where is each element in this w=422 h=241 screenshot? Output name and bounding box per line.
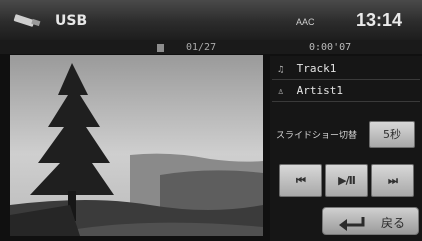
folder-icon — [157, 44, 164, 52]
track-row: ♫ Track1 — [278, 62, 336, 75]
divider — [272, 79, 420, 80]
codec-label: AAC — [296, 17, 315, 27]
status-bar: USB AAC 13:14 — [0, 0, 422, 40]
previous-button[interactable]: ⏮ — [279, 164, 322, 197]
file-counter: 01/27 — [186, 42, 217, 53]
divider — [272, 101, 420, 102]
return-arrow-icon — [339, 217, 365, 231]
artist-icon: ♙ — [278, 87, 284, 97]
slideshow-toggle-label: スライドショー切替 — [276, 131, 358, 141]
back-button[interactable]: 戻る — [322, 207, 419, 235]
next-button[interactable]: ⏭ — [371, 164, 414, 197]
usb-icon — [13, 14, 41, 27]
clock: 13:14 — [356, 10, 403, 30]
play-pause-button[interactable]: ▶/II — [325, 164, 368, 197]
music-note-icon: ♫ — [278, 65, 284, 75]
slideshow-interval-button[interactable]: 5秒 — [369, 121, 415, 148]
slideshow-image — [10, 55, 263, 236]
track-title: Track1 — [296, 62, 337, 75]
back-label: 戻る — [381, 216, 406, 230]
elapsed-time: 0:00'07 — [309, 42, 352, 53]
artist-row: ♙ Artist1 — [278, 84, 343, 97]
artist-name: Artist1 — [296, 84, 343, 97]
source-label: USB — [55, 13, 88, 29]
